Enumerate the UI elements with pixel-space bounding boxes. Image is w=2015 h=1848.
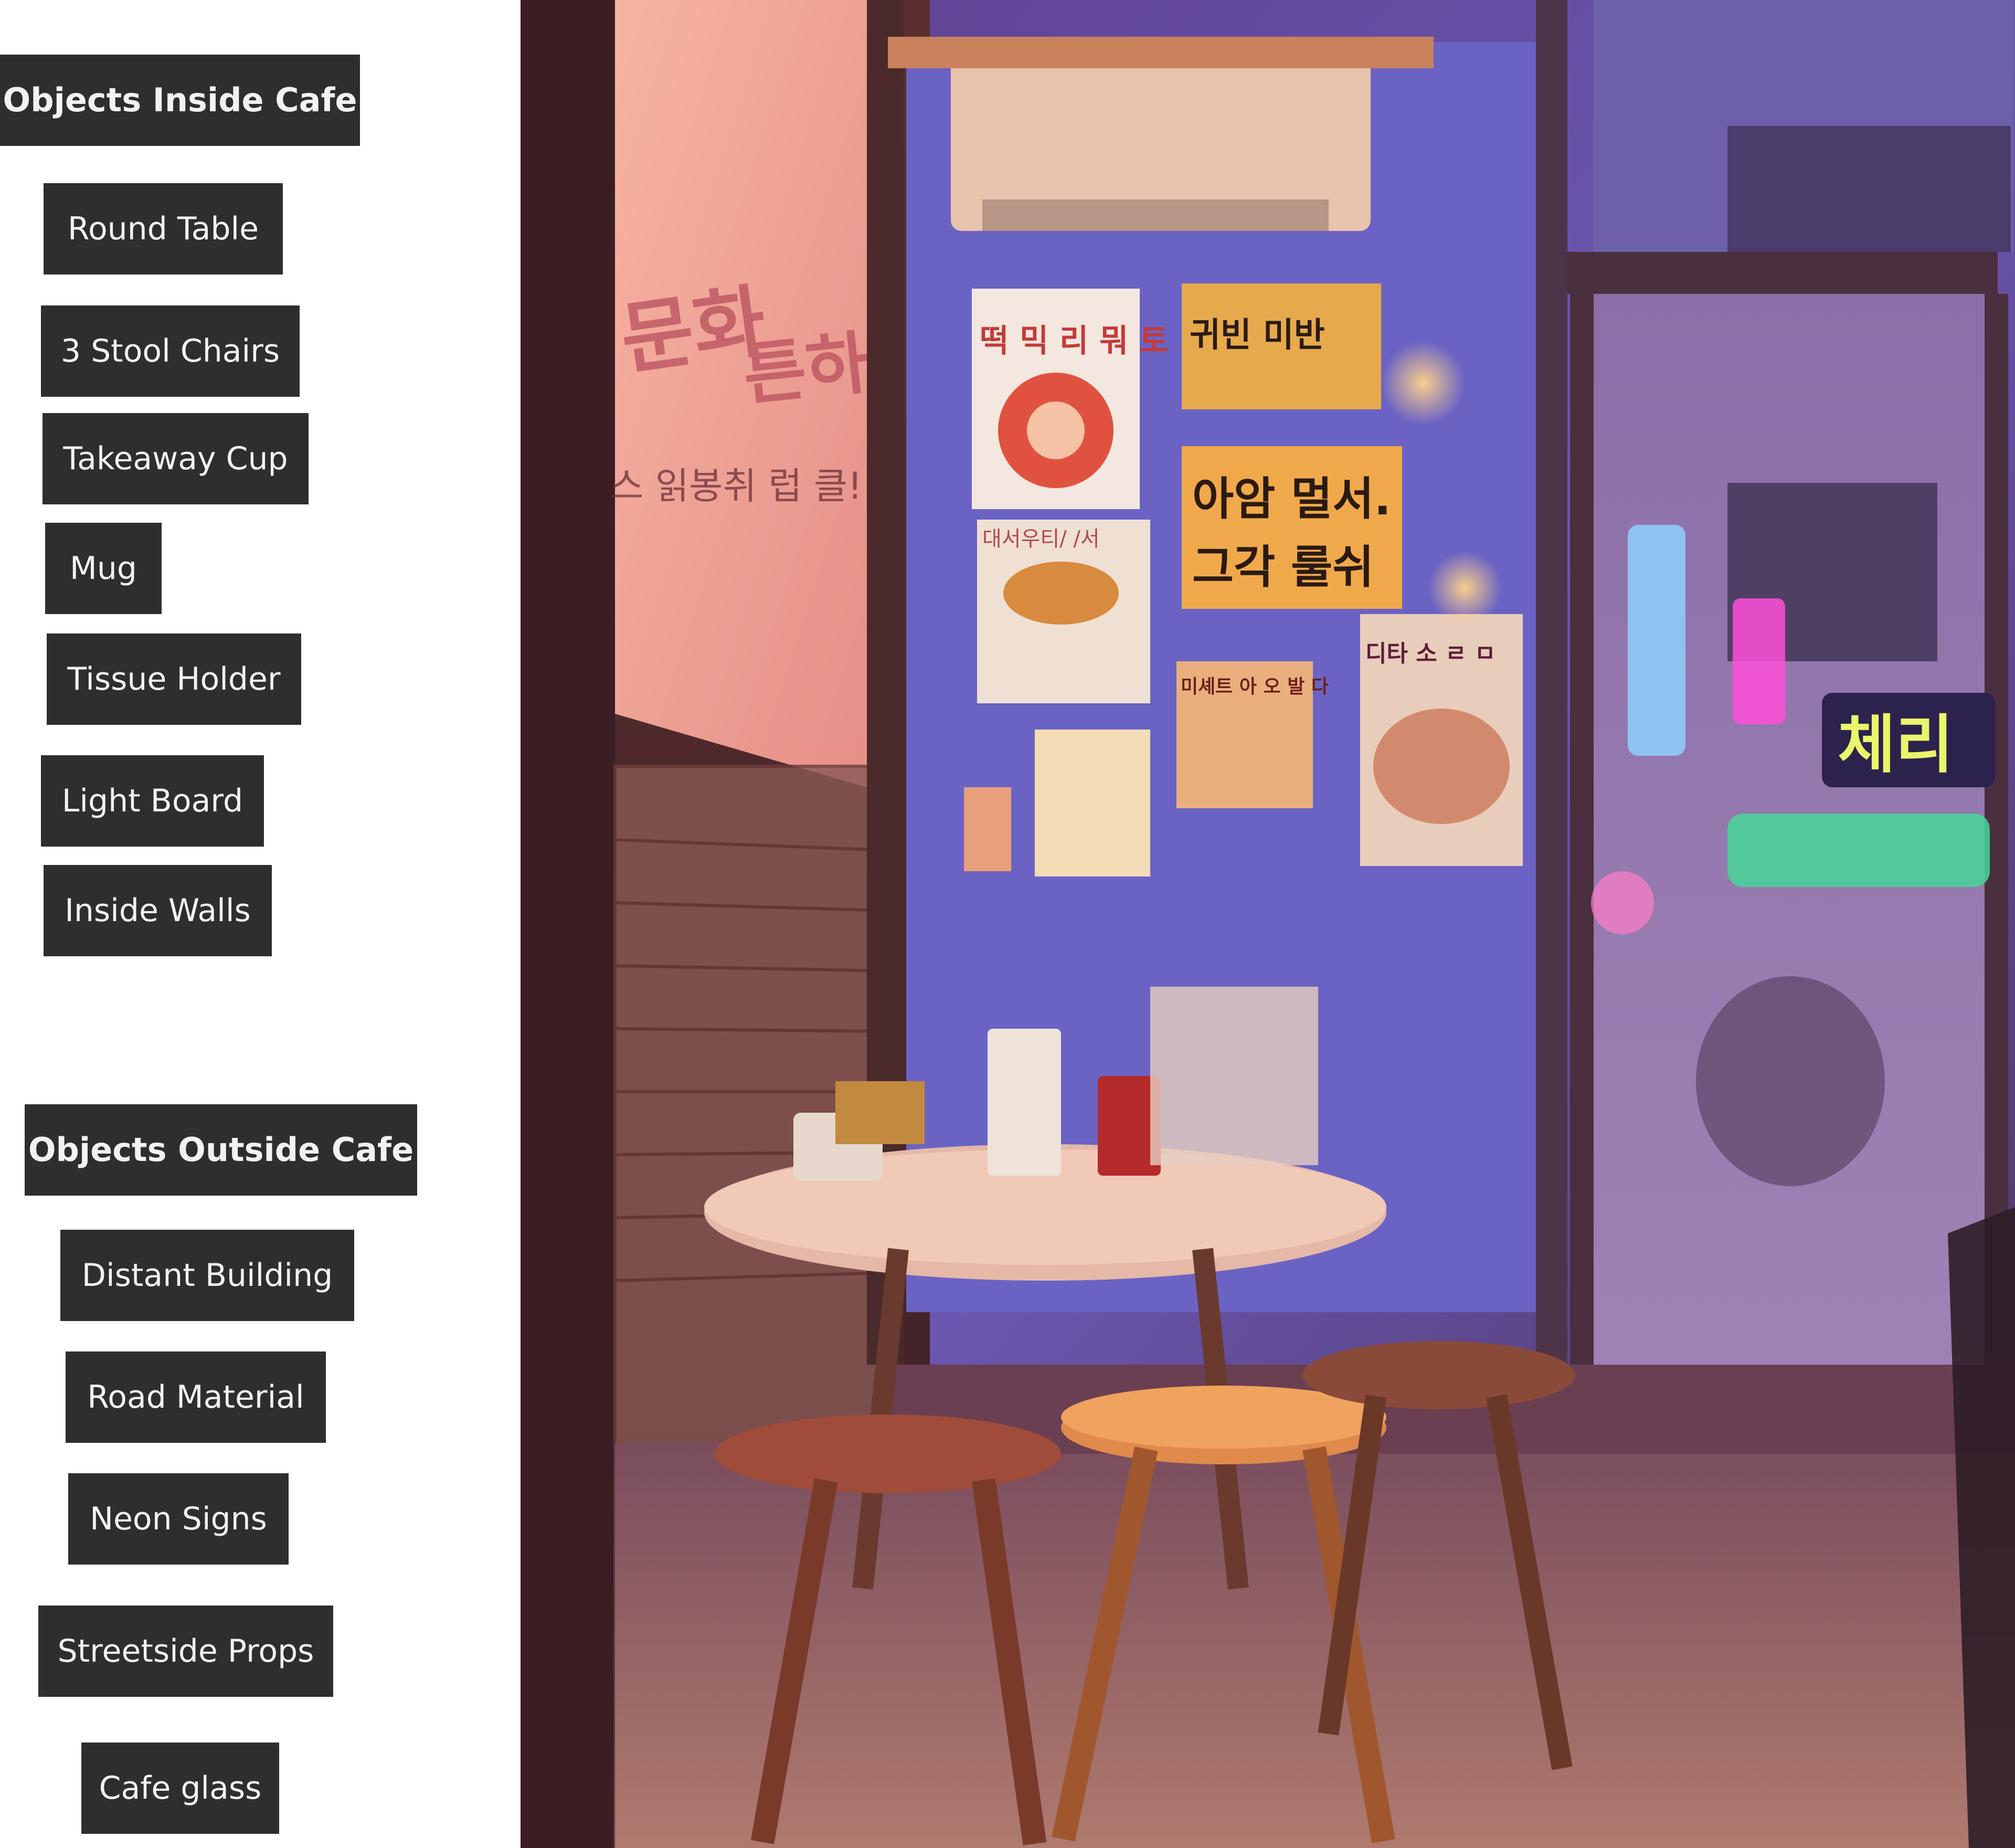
label-cafe-glass: Cafe glass — [81, 1743, 279, 1834]
poster-text-4: 대서우티/ /서 — [982, 527, 1100, 551]
label-road-material: Road Material — [66, 1351, 326, 1443]
poster-text-3a: 아암 멀서. — [1192, 473, 1391, 525]
label-streetside-props: Streetside Props — [38, 1606, 333, 1697]
label-tissue-holder: Tissue Holder — [47, 633, 301, 725]
poster-text-1: 떡 믹 리 뭐 토 — [980, 323, 1169, 360]
label-light-board: Light Board — [41, 755, 264, 847]
cafe-scene-image: 문화 튼하 스 읽봉취 럽 클! 떡 믹 리 뭐 토 귀빈 미반 아암 멀서. … — [521, 0, 2015, 1848]
svg-text:튼하: 튼하 — [739, 323, 873, 415]
poster-text-5: 미셰트 아 오 발 다 — [1181, 676, 1329, 698]
label-distant-building: Distant Building — [60, 1230, 354, 1321]
svg-text:스 읽봉취 럽 클!: 스 읽봉취 럽 클! — [610, 464, 862, 508]
label-mug: Mug — [45, 523, 162, 614]
label-inside-walls: Inside Walls — [44, 865, 272, 956]
poster-text-3b: 그각 룰쉬 — [1192, 541, 1374, 594]
label-stool-chairs: 3 Stool Chairs — [41, 305, 300, 397]
label-round-table: Round Table — [44, 183, 283, 274]
inside-header-tag: Objects Inside Cafe — [0, 55, 360, 146]
poster-text-6: 디타 소 ㄹ ㅁ — [1365, 640, 1496, 667]
neon-sign-text: 체리 — [1838, 709, 1954, 782]
poster-text-2: 귀빈 미반 — [1190, 316, 1325, 355]
outside-header-tag: Objects Outside Cafe — [25, 1104, 417, 1196]
label-neon-signs: Neon Signs — [68, 1473, 289, 1565]
label-takeaway-cup: Takeaway Cup — [43, 413, 309, 504]
